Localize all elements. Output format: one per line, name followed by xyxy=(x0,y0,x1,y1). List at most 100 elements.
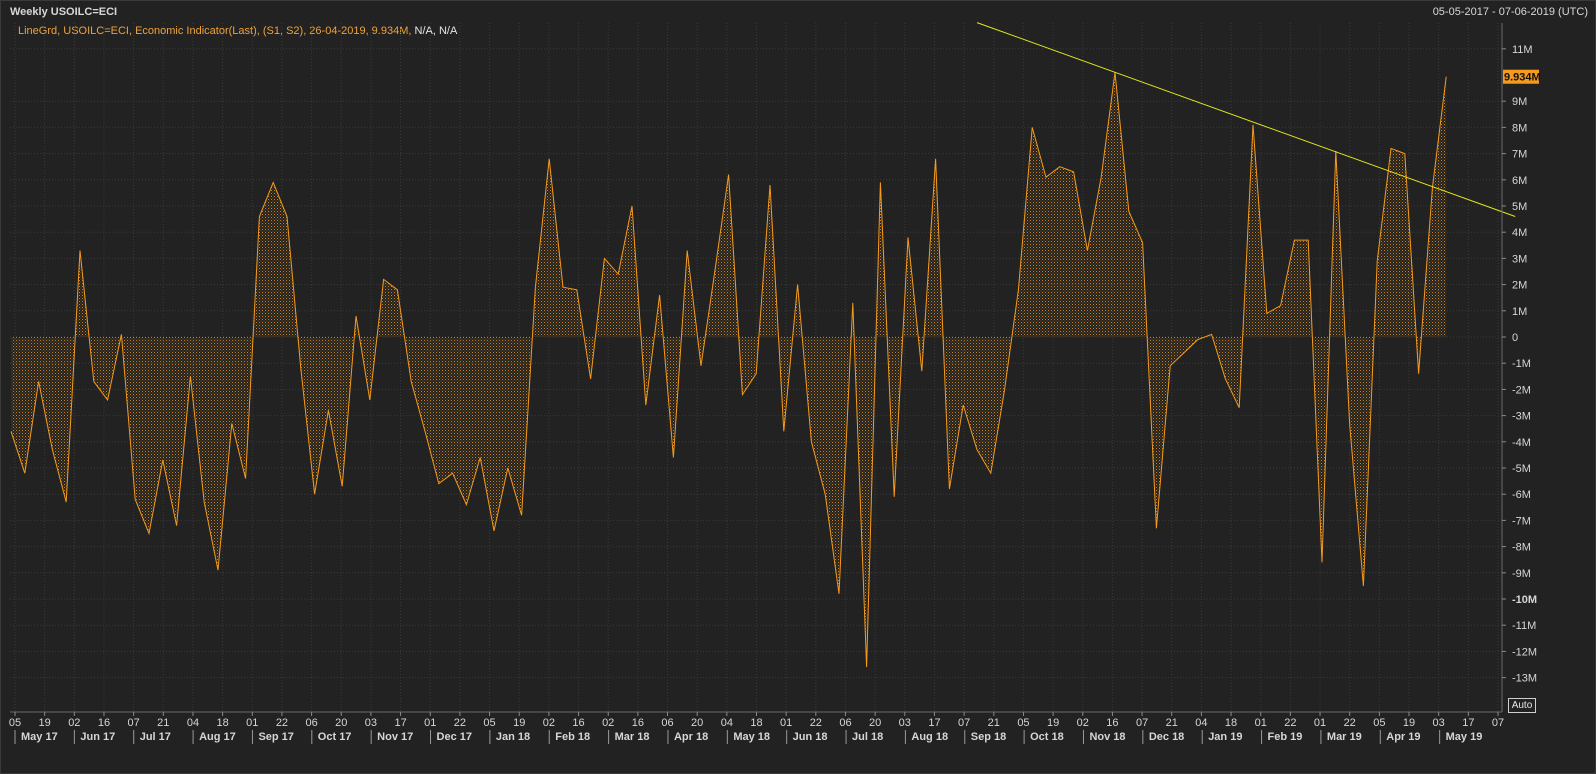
x-month-label: May 17 xyxy=(21,731,58,743)
x-day-label: 04 xyxy=(721,717,733,729)
x-day-label: 17 xyxy=(1462,717,1474,729)
x-month-label: Mar 19 xyxy=(1327,731,1362,743)
x-day-label: 02 xyxy=(543,717,555,729)
y-tick-label: -1M xyxy=(1512,358,1531,370)
x-month-label: Feb 19 xyxy=(1268,731,1303,743)
x-day-label: 07 xyxy=(1492,717,1504,729)
x-day-label: 22 xyxy=(1284,717,1296,729)
y-tick-label: 11M xyxy=(1512,44,1533,56)
x-day-label: 05 xyxy=(483,717,495,729)
x-month-label: Aug 17 xyxy=(199,731,236,743)
x-month-label: May 18 xyxy=(733,731,770,743)
x-month-label: Jan 19 xyxy=(1208,731,1242,743)
x-month-label: Jan 18 xyxy=(496,731,530,743)
y-tick-label: -10M xyxy=(1512,594,1537,606)
x-day-label: 16 xyxy=(1106,717,1118,729)
x-day-label: 01 xyxy=(246,717,258,729)
x-day-label: 20 xyxy=(335,717,347,729)
x-day-label: 22 xyxy=(454,717,466,729)
y-tick-label: 0 xyxy=(1512,332,1518,344)
price-chart[interactable]: 11M 9M 8M 7M 6M 5M 4M 3M 2M 1M 0 -1M -2M -3M -4M -5M -6M… xyxy=(1,1,1595,773)
x-month-label: Jun 17 xyxy=(80,731,115,743)
x-day-label: 21 xyxy=(1166,717,1178,729)
x-month-label: May 19 xyxy=(1446,731,1483,743)
x-month-label: Oct 17 xyxy=(318,731,352,743)
x-day-label: 06 xyxy=(661,717,673,729)
y-tick-label: 7M xyxy=(1512,149,1527,161)
x-day-label: 19 xyxy=(513,717,525,729)
x-day-label: 17 xyxy=(394,717,406,729)
x-month-label: Sep 18 xyxy=(971,731,1006,743)
x-day-label: 04 xyxy=(187,717,199,729)
y-tick-label: -5M xyxy=(1512,463,1531,475)
y-tick-label: -7M xyxy=(1512,515,1531,527)
y-tick-label: 2M xyxy=(1512,280,1527,292)
x-month-label: Jul 18 xyxy=(852,731,883,743)
y-tick-label: -8M xyxy=(1512,542,1531,554)
y-tick-label: -11M xyxy=(1512,620,1536,632)
x-axis: 05 19 02 16 07 21 04 18 01 22 06 20 03 17 01 22 05 19 02 16… xyxy=(9,711,1504,744)
x-day-label: 02 xyxy=(68,717,80,729)
x-day-label: 01 xyxy=(1255,717,1267,729)
y-tick-label: -3M xyxy=(1512,411,1531,423)
y-tick-label: 5M xyxy=(1512,201,1527,213)
x-month-label: Apr 19 xyxy=(1386,731,1420,743)
y-tick-label: -4M xyxy=(1512,437,1531,449)
x-month-label: Nov 18 xyxy=(1089,731,1125,743)
x-day-label: 05 xyxy=(1373,717,1385,729)
x-day-label: 02 xyxy=(1077,717,1089,729)
x-day-label: 04 xyxy=(1195,717,1207,729)
x-day-label: 03 xyxy=(899,717,911,729)
x-day-label: 22 xyxy=(810,717,822,729)
x-day-label: 20 xyxy=(691,717,703,729)
x-day-label: 20 xyxy=(869,717,881,729)
y-tick-label: -12M xyxy=(1512,646,1537,658)
x-month-label: Sep 17 xyxy=(258,731,293,743)
auto-scale-button[interactable]: Auto xyxy=(1508,698,1536,713)
last-value-label: 9.934M xyxy=(1504,72,1541,84)
x-day-label: 19 xyxy=(1403,717,1415,729)
y-tick-label: -13M xyxy=(1512,673,1537,685)
y-tick-label: -9M xyxy=(1512,568,1531,580)
x-day-label: 21 xyxy=(988,717,1000,729)
x-day-label: 01 xyxy=(780,717,792,729)
y-tick-label: 3M xyxy=(1512,253,1527,265)
x-month-label: Dec 18 xyxy=(1149,731,1184,743)
y-tick-label: 4M xyxy=(1512,227,1527,239)
x-month-label: Jul 17 xyxy=(140,731,171,743)
x-day-label: 18 xyxy=(750,717,762,729)
x-day-label: 02 xyxy=(602,717,614,729)
x-day-label: 07 xyxy=(128,717,140,729)
x-day-label: 22 xyxy=(276,717,288,729)
y-tick-label: -2M xyxy=(1512,384,1531,396)
y-tick-label: 8M xyxy=(1512,122,1527,134)
x-month-label: Apr 18 xyxy=(674,731,708,743)
x-month-label: Nov 17 xyxy=(377,731,413,743)
x-day-label: 01 xyxy=(1314,717,1326,729)
y-tick-label: 9M xyxy=(1512,96,1527,108)
x-day-label: 18 xyxy=(1225,717,1237,729)
y-tick-label: 1M xyxy=(1512,306,1527,318)
x-day-label: 03 xyxy=(365,717,377,729)
x-day-label: 06 xyxy=(305,717,317,729)
x-day-label: 01 xyxy=(424,717,436,729)
x-month-label: Aug 18 xyxy=(911,731,948,743)
x-day-label: 16 xyxy=(632,717,644,729)
x-day-label: 19 xyxy=(1047,717,1059,729)
x-day-label: 03 xyxy=(1433,717,1445,729)
y-axis: 11M 9M 8M 7M 6M 5M 4M 3M 2M 1M 0 -1M -2M -3M -4M -5M -6M… xyxy=(1501,23,1541,712)
x-month-label: Oct 18 xyxy=(1030,731,1064,743)
x-month-label: Dec 17 xyxy=(437,731,472,743)
x-day-label: 16 xyxy=(98,717,110,729)
y-tick-label: 6M xyxy=(1512,175,1527,187)
x-month-label: Mar 18 xyxy=(615,731,650,743)
x-day-label: 07 xyxy=(958,717,970,729)
x-day-label: 16 xyxy=(572,717,584,729)
x-day-label: 22 xyxy=(1344,717,1356,729)
x-day-label: 07 xyxy=(1136,717,1148,729)
x-day-label: 05 xyxy=(1017,717,1029,729)
x-day-label: 19 xyxy=(39,717,51,729)
chart-window: Weekly USOILC=ECI 05-05-2017 - 07-06-201… xyxy=(0,0,1596,774)
x-month-label: Feb 18 xyxy=(555,731,590,743)
x-day-label: 21 xyxy=(157,717,169,729)
